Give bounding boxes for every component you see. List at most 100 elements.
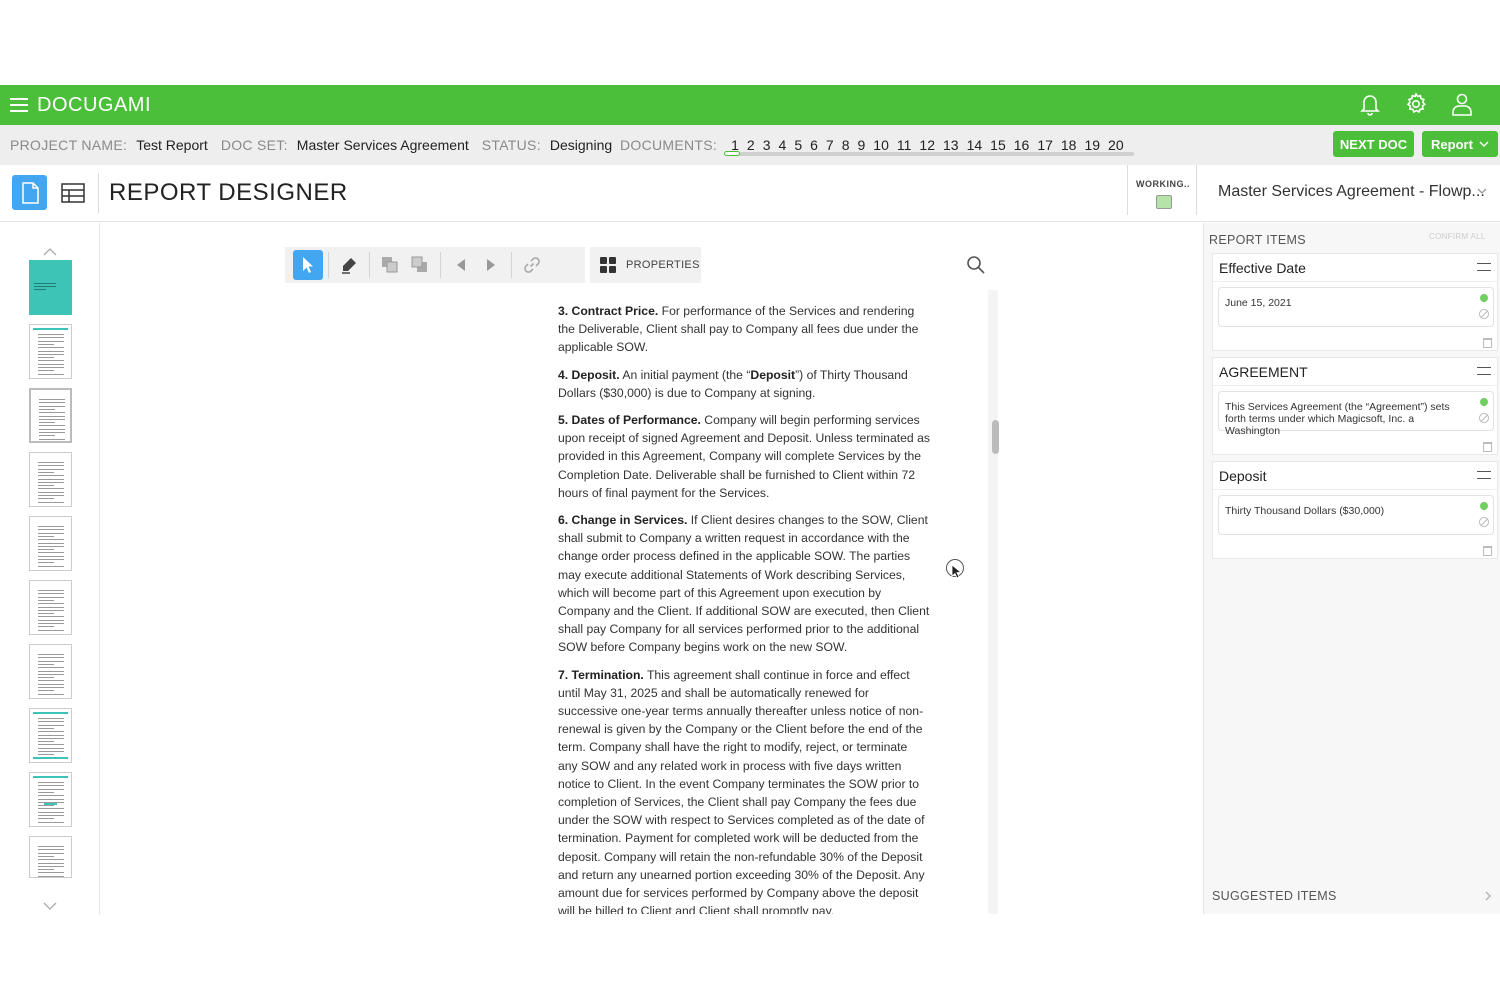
page-thumbnail[interactable] — [29, 324, 72, 379]
document-number[interactable]: 11 — [893, 137, 916, 153]
document-scrollbar[interactable] — [988, 290, 998, 914]
drag-handle-icon[interactable] — [1477, 263, 1491, 271]
select-tool-button[interactable] — [293, 250, 323, 280]
chevron-down-icon[interactable] — [42, 901, 58, 911]
chevron-up-icon[interactable] — [42, 247, 58, 257]
report-item-card[interactable]: AGREEMENT This Services Agreement (the “A… — [1212, 357, 1498, 455]
suggested-items-header[interactable]: SUGGESTED ITEMS — [1212, 889, 1337, 903]
status-value: Designing — [549, 137, 613, 153]
confirm-icon[interactable] — [1480, 398, 1488, 406]
document-number[interactable]: 18 — [1057, 137, 1081, 153]
bring-forward-button[interactable] — [375, 250, 405, 280]
trash-icon[interactable] — [1483, 442, 1492, 452]
document-number[interactable]: 15 — [986, 137, 1010, 153]
user-icon[interactable] — [1450, 91, 1474, 117]
document-number[interactable]: 7 — [822, 137, 838, 153]
document-view-button[interactable] — [12, 175, 47, 210]
document-view[interactable]: 3. Contract Price. For performance of th… — [285, 290, 1000, 914]
layer-back-icon — [411, 256, 427, 272]
brand-logo: DOCUGAMI — [37, 93, 151, 116]
chevron-right-icon[interactable] — [1484, 891, 1492, 901]
confirm-all-button[interactable]: CONFIRM ALL — [1429, 232, 1486, 241]
next-doc-button[interactable]: NEXT DOC — [1333, 131, 1414, 157]
document-number[interactable]: 19 — [1080, 137, 1104, 153]
page-thumbnail[interactable] — [29, 772, 72, 827]
documents-scrollbar[interactable] — [724, 152, 1134, 156]
drag-handle-icon[interactable] — [1477, 367, 1491, 375]
reject-icon[interactable] — [1479, 517, 1489, 527]
project-bar: PROJECT NAME: Test Report DOC SET: Maste… — [0, 125, 1500, 165]
report-item-value-box[interactable]: Thirty Thousand Dollars ($30,000) — [1218, 495, 1494, 535]
chevron-down-icon[interactable] — [1476, 185, 1488, 197]
page-thumbnail[interactable] — [29, 452, 72, 507]
report-item-card[interactable]: Effective Date June 15, 2021 — [1212, 253, 1498, 351]
confirm-icon[interactable] — [1480, 502, 1488, 510]
document-paragraph[interactable]: 3. Contract Price. For performance of th… — [558, 302, 930, 357]
document-paragraph[interactable]: 6. Change in Services. If Client desires… — [558, 511, 930, 657]
paragraph-body: An initial payment (the “ — [619, 367, 751, 382]
gear-icon[interactable] — [1404, 91, 1428, 117]
highlight-tool-button[interactable] — [334, 250, 364, 280]
document-number[interactable]: 5 — [790, 137, 806, 153]
page-thumbnail[interactable] — [29, 644, 72, 699]
document-number[interactable]: 3 — [759, 137, 775, 153]
document-number[interactable]: 12 — [915, 137, 939, 153]
document-select[interactable]: Master Services Agreement - Flowp... — [1218, 183, 1485, 201]
top-bar: DOCUGAMI — [0, 85, 1500, 125]
report-item-name[interactable]: AGREEMENT — [1219, 364, 1308, 380]
reject-icon[interactable] — [1479, 413, 1489, 423]
document-number[interactable]: 17 — [1033, 137, 1057, 153]
properties-button[interactable]: PROPERTIES — [590, 247, 701, 283]
trash-icon[interactable] — [1483, 546, 1492, 556]
pointer-icon — [303, 257, 313, 273]
report-item-value-box[interactable]: June 15, 2021 — [1218, 287, 1494, 327]
report-dropdown-button[interactable]: Report — [1422, 131, 1498, 157]
document-paragraph[interactable]: 5. Dates of Performance. Company will be… — [558, 411, 930, 502]
document-scrollbar-thumb[interactable] — [992, 420, 999, 454]
document-text[interactable]: 3. Contract Price. For performance of th… — [558, 302, 930, 914]
confirm-icon[interactable] — [1480, 294, 1488, 302]
paragraph-heading: 4. Deposit. — [558, 367, 620, 382]
documents-selector: DOCUMENTS: 1 2 3 4 5 6 7 8 9 10 11 12 13 14 15 16 17 18 19… — [620, 125, 1128, 165]
report-item-card[interactable]: Deposit Thirty Thousand Dollars ($30,000) — [1212, 461, 1498, 559]
next-button[interactable] — [476, 250, 506, 280]
menu-icon[interactable] — [10, 98, 28, 112]
document-number[interactable]: 6 — [806, 137, 822, 153]
send-backward-button[interactable] — [405, 250, 435, 280]
toolbar-separator — [511, 252, 512, 278]
page-thumbnail[interactable] — [29, 836, 72, 878]
documents-scrollbar-thumb[interactable] — [724, 151, 740, 156]
document-number[interactable]: 13 — [939, 137, 963, 153]
link-button[interactable] — [517, 250, 547, 280]
mouse-pointer-icon — [951, 564, 963, 579]
table-icon — [61, 182, 85, 203]
document-number[interactable]: 4 — [775, 137, 791, 153]
document-number[interactable]: 20 — [1104, 137, 1128, 153]
document-number[interactable]: 10 — [869, 137, 893, 153]
bell-icon[interactable] — [1358, 91, 1382, 117]
document-number[interactable]: 16 — [1010, 137, 1034, 153]
document-paragraph[interactable]: 4. Deposit. An initial payment (the “Dep… — [558, 366, 930, 402]
report-item-value-box[interactable]: This Services Agreement (the “Agreement”… — [1218, 391, 1494, 437]
document-number[interactable]: 2 — [743, 137, 759, 153]
page-thumbnail[interactable] — [29, 260, 72, 315]
table-view-button[interactable] — [58, 175, 88, 210]
paragraph-heading: 7. Termination. — [558, 667, 644, 682]
previous-button[interactable] — [446, 250, 476, 280]
report-item-name[interactable]: Effective Date — [1219, 260, 1306, 276]
trash-icon[interactable] — [1483, 338, 1492, 348]
document-paragraph[interactable]: 7. Termination. This agreement shall con… — [558, 666, 930, 914]
layer-front-icon — [382, 257, 398, 273]
page-thumbnail[interactable] — [29, 708, 72, 763]
document-number[interactable]: 9 — [854, 137, 870, 153]
document-number[interactable]: 14 — [963, 137, 987, 153]
search-icon[interactable] — [966, 255, 986, 275]
drag-handle-icon[interactable] — [1477, 471, 1491, 479]
report-item-name[interactable]: Deposit — [1219, 468, 1266, 484]
reject-icon[interactable] — [1479, 309, 1489, 319]
project-name-value: Test Report — [136, 137, 208, 153]
page-thumbnail[interactable] — [29, 580, 72, 635]
document-number[interactable]: 8 — [838, 137, 854, 153]
page-thumbnail[interactable] — [29, 388, 72, 443]
page-thumbnail[interactable] — [29, 516, 72, 571]
